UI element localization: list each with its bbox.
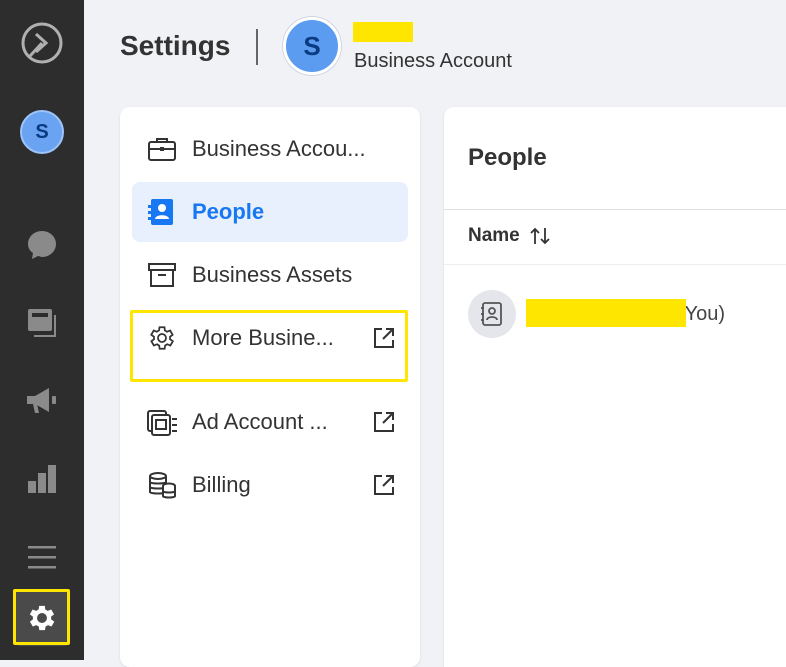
more-business-highlight (130, 310, 408, 382)
external-link-icon (370, 408, 398, 436)
ad-account-icon (146, 406, 178, 438)
nav-item-label: People (192, 199, 265, 224)
left-rail: S (0, 0, 84, 660)
briefcase-icon (146, 133, 178, 165)
coins-icon (146, 469, 178, 501)
menu-icon[interactable] (0, 540, 84, 574)
bar-chart-icon[interactable] (0, 462, 84, 496)
pages-icon[interactable] (0, 306, 84, 340)
people-panel: People Name (You) (444, 107, 786, 667)
column-label: Name (468, 225, 520, 246)
business-avatar[interactable]: S (283, 17, 341, 75)
settings-highlight (13, 589, 70, 645)
nav-item-label: Billing (192, 472, 251, 497)
redacted-person-name (526, 299, 686, 327)
nav-item-label: Business Accou... (192, 136, 366, 161)
panel-divider (444, 209, 786, 210)
avatar: S (18, 108, 66, 156)
header-divider (256, 29, 258, 65)
nav-item-business-assets[interactable]: Business Assets (132, 245, 408, 305)
page-title: Settings (120, 30, 231, 61)
settings-nav: Business Accou... People Business Assets… (120, 107, 420, 667)
person-badge-icon (468, 290, 516, 338)
nav-item-ad-account[interactable]: Ad Account ... (132, 392, 408, 452)
header-divider (444, 264, 786, 265)
nav-item-business-account[interactable]: Business Accou... (132, 119, 408, 179)
external-link-icon (370, 471, 398, 499)
chat-icon[interactable] (0, 228, 84, 262)
redacted-business-name (353, 22, 413, 42)
name-column-header[interactable]: Name (468, 225, 552, 247)
people-title: People (468, 144, 547, 171)
nav-item-label: Business Assets (192, 262, 353, 287)
account-avatar[interactable]: S (0, 108, 84, 156)
logo-icon[interactable] (0, 20, 84, 66)
nav-item-people[interactable]: People (132, 182, 408, 242)
archive-box-icon (146, 259, 178, 291)
nav-item-label: Ad Account ... (192, 409, 328, 434)
nav-item-billing[interactable]: Billing (132, 455, 408, 515)
business-account-subtitle: Business Account (354, 50, 512, 72)
sort-icon (528, 226, 552, 246)
megaphone-icon[interactable] (0, 384, 84, 418)
people-badge-icon (146, 196, 178, 228)
